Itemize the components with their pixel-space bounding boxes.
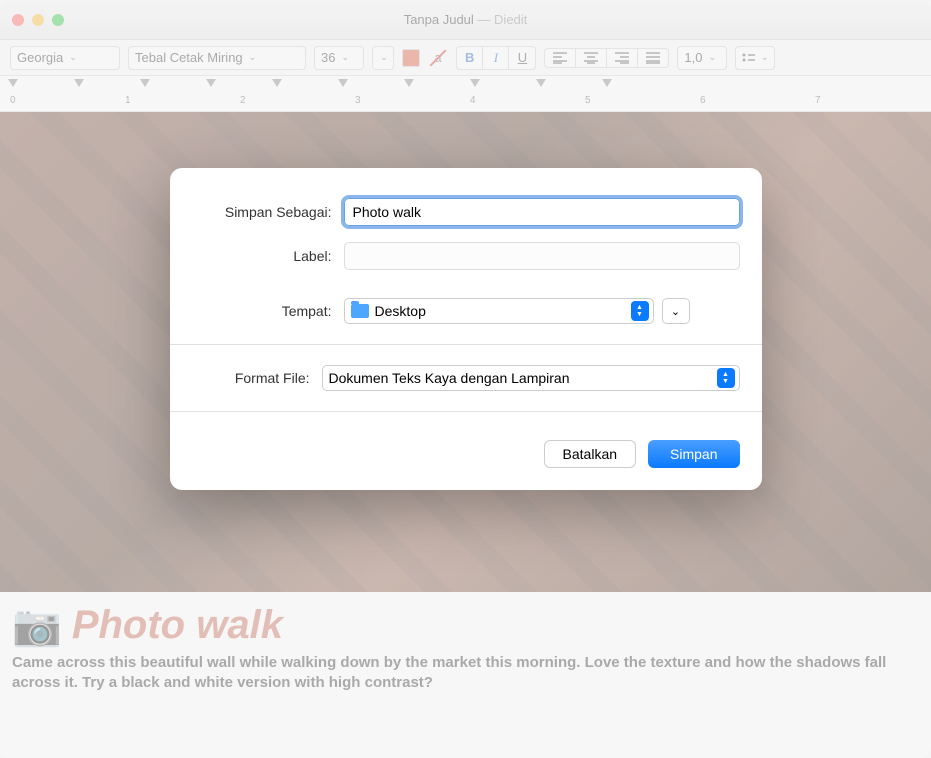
save-dialog: Simpan Sebagai: Label: Tempat: Desktop ▲… [170,168,762,490]
save-as-label: Simpan Sebagai: [192,204,344,220]
file-format-select[interactable]: Dokumen Teks Kaya dengan Lampiran ▲▼ [322,365,740,391]
file-format-value: Dokumen Teks Kaya dengan Lampiran [329,370,570,386]
tags-row: Label: [170,234,762,278]
save-button[interactable]: Simpan [648,440,739,468]
select-arrows-icon: ▲▼ [631,301,649,321]
where-label: Tempat: [192,303,344,319]
tags-label: Label: [192,248,344,264]
select-arrows-icon: ▲▼ [717,368,735,388]
where-select[interactable]: Desktop ▲▼ [344,298,654,324]
expand-dialog-button[interactable]: ⌄ [662,298,690,324]
where-value: Desktop [375,303,426,319]
separator [170,411,762,412]
where-row: Tempat: Desktop ▲▼ ⌄ [170,290,762,332]
app-window: Tanpa Judul — Diedit Georgia ⌄ Tebal Cet… [0,0,931,758]
file-format-label: Format File: [192,370,322,386]
dialog-buttons: Batalkan Simpan [170,424,762,490]
cancel-button[interactable]: Batalkan [544,440,636,468]
separator [170,344,762,345]
chevron-down-icon: ⌄ [671,305,680,318]
folder-icon [351,304,369,318]
save-as-row: Simpan Sebagai: [170,190,762,234]
save-as-input[interactable] [344,198,740,226]
modal-overlay: Simpan Sebagai: Label: Tempat: Desktop ▲… [0,0,931,758]
tags-input[interactable] [344,242,740,270]
file-format-row: Format File: Dokumen Teks Kaya dengan La… [170,357,762,399]
